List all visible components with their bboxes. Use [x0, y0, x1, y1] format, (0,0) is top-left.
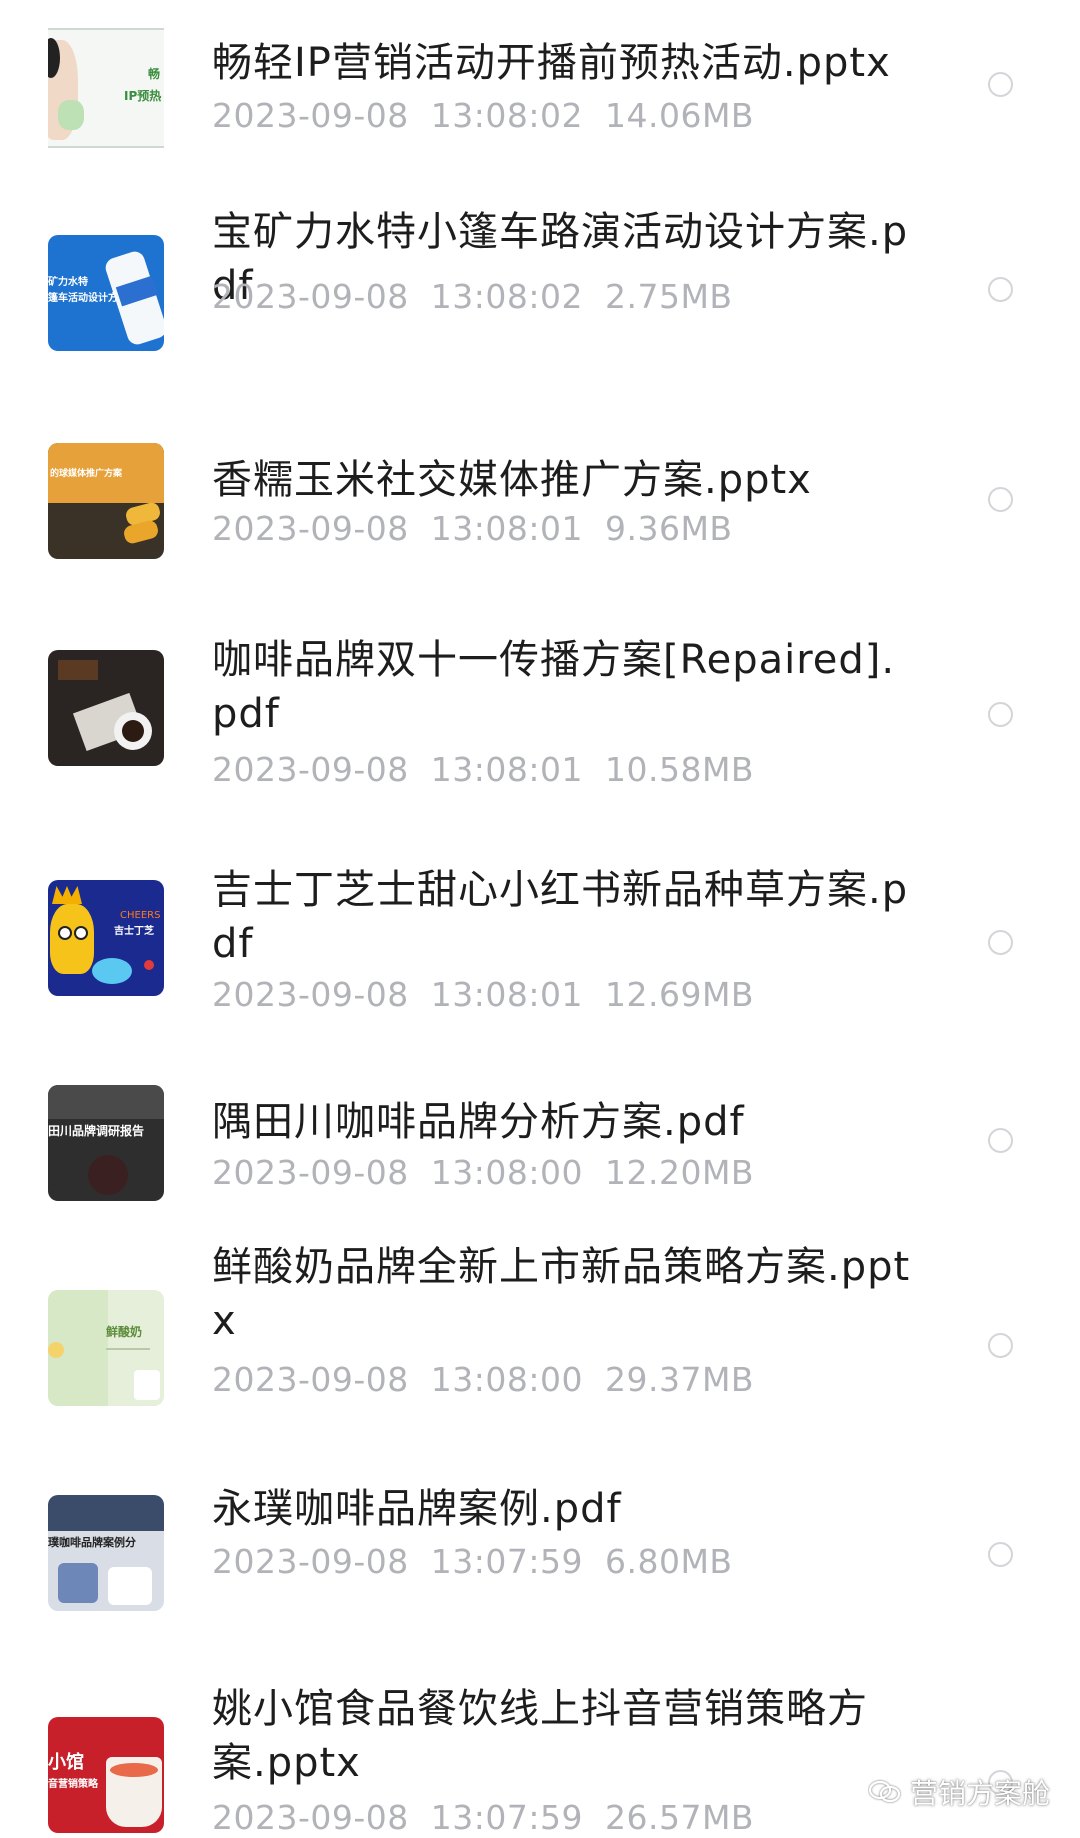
file-size: 26.57MB [604, 1798, 755, 1837]
file-meta: 2023-09-08 13:08:01 10.58MB [212, 750, 754, 790]
thumbnail-label: 小馆 [48, 1752, 84, 1773]
file-time: 13:07:59 [430, 1798, 583, 1837]
file-meta: 2023-09-08 13:08:02 14.06MB [212, 96, 754, 136]
list-item[interactable]: CHEERS 吉士丁芝 吉士丁芝士甜心小红书新品种草方案.pdf 2023-09… [0, 795, 1080, 1025]
list-item[interactable]: 咖啡品牌双十一传播方案[Repaired].pdf 2023-09-08 13:… [0, 565, 1080, 795]
list-item[interactable]: 畅 IP预热 畅轻IP营销活动开播前预热活动.pptx 2023-09-08 1… [0, 0, 1080, 175]
thumbnail-label: 吉士丁芝 [114, 926, 154, 937]
file-name[interactable]: 咖啡品牌双十一传播方案[Repaired].pdf [212, 633, 912, 741]
thumbnail-label: 畅 [148, 67, 161, 81]
file-size: 29.37MB [604, 1360, 755, 1399]
file-time: 13:08:02 [430, 96, 583, 135]
select-radio[interactable] [988, 1128, 1013, 1153]
select-radio[interactable] [988, 930, 1013, 955]
file-meta: 2023-09-08 13:08:00 29.37MB [212, 1360, 754, 1400]
thumbnail-label: 璞咖啡品牌案例分 [48, 1536, 136, 1549]
file-size: 12.69MB [604, 975, 755, 1014]
file-name[interactable]: 畅轻IP营销活动开播前预热活动.pptx [212, 36, 912, 90]
file-date: 2023-09-08 [212, 750, 409, 789]
file-size: 14.06MB [604, 96, 755, 135]
file-thumbnail: 小馆 音营销策略 [48, 1717, 164, 1833]
select-radio[interactable] [988, 1333, 1013, 1358]
select-radio[interactable] [988, 72, 1013, 97]
list-item[interactable]: 鲜酸奶 鲜酸奶品牌全新上市新品策略方案.pptx 2023-09-08 13:0… [0, 1210, 1080, 1445]
file-list: 畅 IP预热 畅轻IP营销活动开播前预热活动.pptx 2023-09-08 1… [0, 0, 1080, 1837]
file-thumbnail: 矿力水特 篷车活动设计方案 [48, 235, 164, 351]
select-radio[interactable] [988, 487, 1013, 512]
file-size: 2.75MB [604, 277, 733, 316]
file-meta: 2023-09-08 13:08:01 9.36MB [212, 509, 733, 549]
file-time: 13:08:01 [430, 750, 583, 789]
file-time: 13:08:01 [430, 509, 583, 548]
file-date: 2023-09-08 [212, 96, 409, 135]
file-thumbnail: 的球媒体推广方案 [48, 443, 164, 559]
file-time: 13:08:00 [430, 1360, 583, 1399]
file-date: 2023-09-08 [212, 277, 409, 316]
file-thumbnail: 璞咖啡品牌案例分 [48, 1495, 164, 1611]
thumbnail-label: CHEERS [120, 910, 161, 921]
list-item[interactable]: 矿力水特 篷车活动设计方案 宝矿力水特小篷车路演活动设计方案.pdf 2023-… [0, 175, 1080, 385]
file-date: 2023-09-08 [212, 1360, 409, 1399]
file-date: 2023-09-08 [212, 1153, 409, 1192]
file-meta: 2023-09-08 13:07:59 6.80MB [212, 1542, 733, 1582]
thumbnail-label: 矿力水特 [48, 277, 88, 288]
list-item[interactable]: 璞咖啡品牌案例分 永璞咖啡品牌案例.pdf 2023-09-08 13:07:5… [0, 1445, 1080, 1645]
file-name[interactable]: 香糯玉米社交媒体推广方案.pptx [212, 453, 912, 507]
thumbnail-label: 鲜酸奶 [106, 1325, 143, 1339]
file-name[interactable]: 吉士丁芝士甜心小红书新品种草方案.pdf [212, 863, 912, 971]
file-time: 13:08:02 [430, 277, 583, 316]
select-radio[interactable] [988, 277, 1013, 302]
file-thumbnail: CHEERS 吉士丁芝 [48, 880, 164, 996]
file-meta: 2023-09-08 13:08:02 2.75MB [212, 277, 733, 317]
thumbnail-label: 音营销策略 [48, 1779, 98, 1790]
file-meta: 2023-09-08 13:08:01 12.69MB [212, 975, 754, 1015]
file-time: 13:08:01 [430, 975, 583, 1014]
file-date: 2023-09-08 [212, 509, 409, 548]
file-size: 12.20MB [604, 1153, 755, 1192]
file-date: 2023-09-08 [212, 975, 409, 1014]
file-thumbnail: 鲜酸奶 [48, 1290, 164, 1406]
file-thumbnail: 田川品牌调研报告 [48, 1085, 164, 1201]
file-name[interactable]: 隅田川咖啡品牌分析方案.pdf [212, 1095, 912, 1149]
file-time: 13:08:00 [430, 1153, 583, 1192]
file-name[interactable]: 永璞咖啡品牌案例.pdf [212, 1482, 912, 1536]
thumbnail-label: IP预热 [124, 89, 162, 103]
wechat-channel-icon [868, 1779, 902, 1805]
file-date: 2023-09-08 [212, 1542, 409, 1581]
file-size: 6.80MB [604, 1542, 733, 1581]
watermark-text: 营销方案舱 [909, 1777, 1050, 1810]
select-radio[interactable] [988, 702, 1013, 727]
file-size: 10.58MB [604, 750, 755, 789]
select-radio[interactable] [988, 1542, 1013, 1567]
thumbnail-label: 田川品牌调研报告 [48, 1124, 145, 1138]
file-time: 13:07:59 [430, 1542, 583, 1581]
file-date: 2023-09-08 [212, 1798, 409, 1837]
list-item[interactable]: 的球媒体推广方案 香糯玉米社交媒体推广方案.pptx 2023-09-08 13… [0, 385, 1080, 565]
file-thumbnail: 畅 IP预热 [48, 28, 164, 148]
file-name[interactable]: 鲜酸奶品牌全新上市新品策略方案.pptx [212, 1240, 912, 1348]
file-meta: 2023-09-08 13:08:00 12.20MB [212, 1153, 754, 1193]
file-size: 9.36MB [604, 509, 733, 548]
thumbnail-label: 的球媒体推广方案 [50, 469, 123, 479]
file-thumbnail [48, 650, 164, 766]
list-item[interactable]: 田川品牌调研报告 隅田川咖啡品牌分析方案.pdf 2023-09-08 13:0… [0, 1025, 1080, 1210]
file-name[interactable]: 姚小馆食品餐饮线上抖音营销策略方案.pptx [212, 1682, 912, 1790]
file-meta: 2023-09-08 13:07:59 26.57MB [212, 1798, 754, 1838]
watermark: 营销方案舱 [868, 1772, 1050, 1812]
